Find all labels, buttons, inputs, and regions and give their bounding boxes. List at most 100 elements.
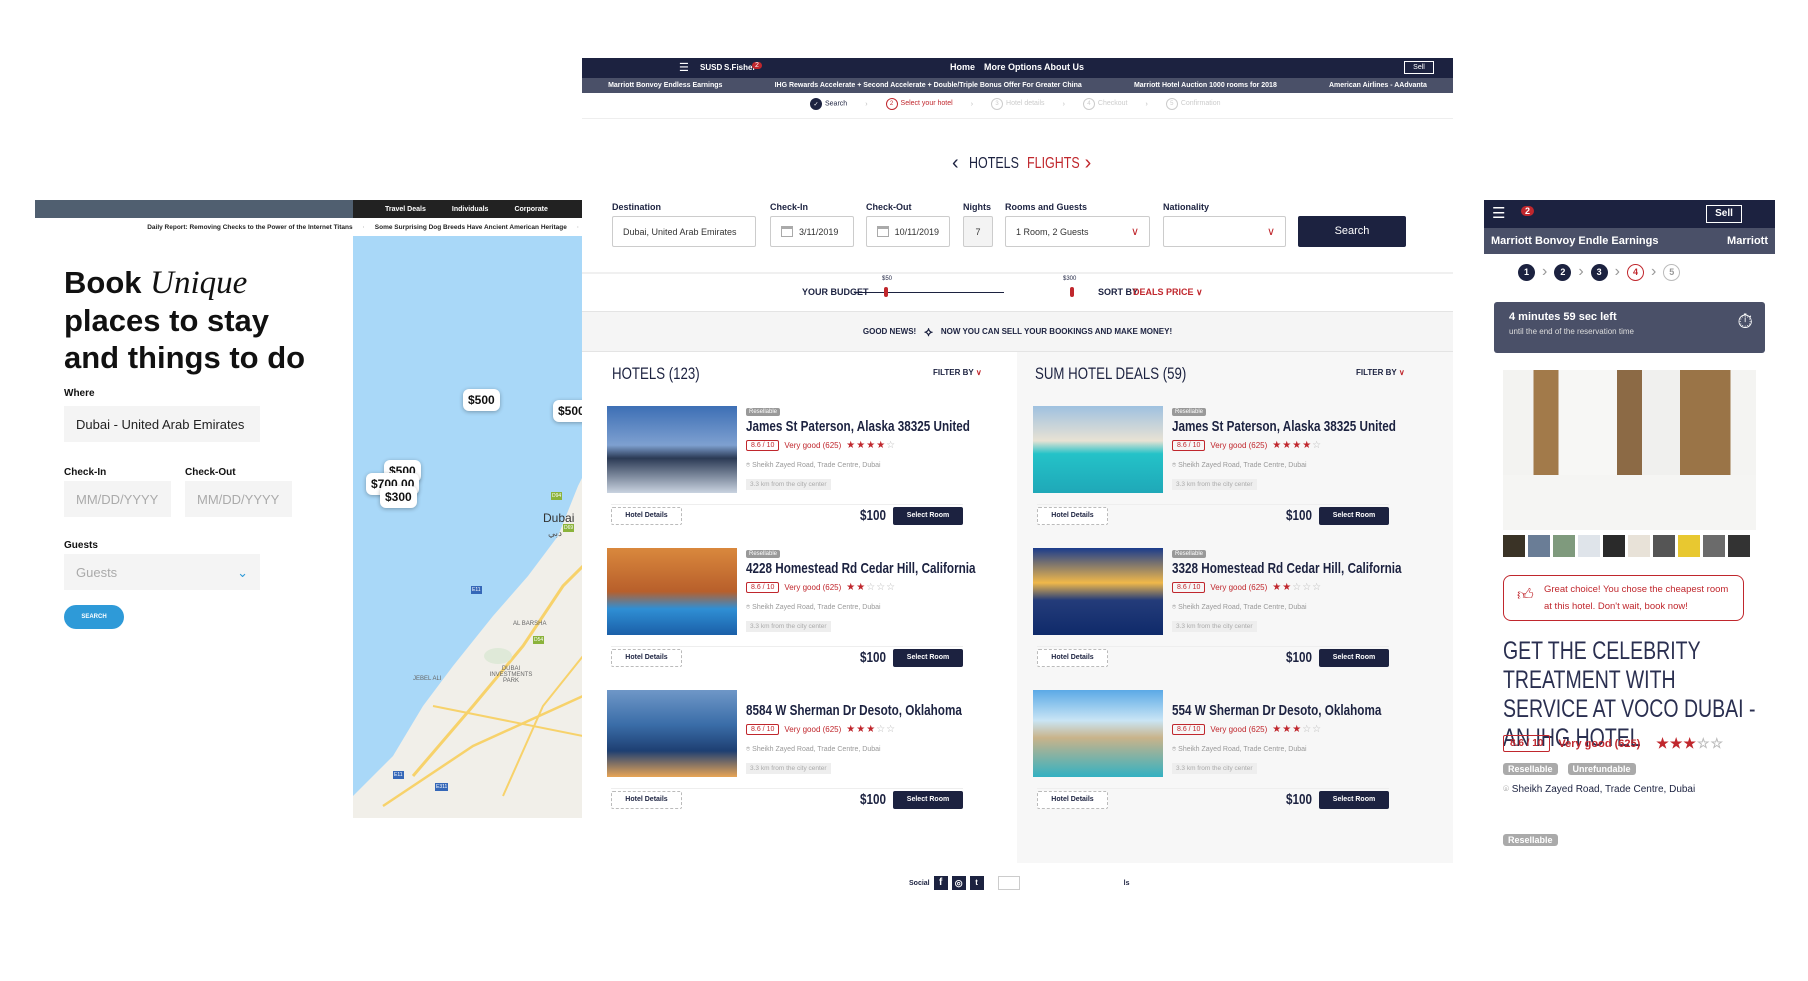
- photo-thumbnail[interactable]: [1678, 535, 1700, 557]
- hamburger-menu-icon[interactable]: ☰: [1492, 204, 1505, 222]
- nationality-select[interactable]: ∨: [1163, 216, 1286, 247]
- brand[interactable]: SUSD: [700, 63, 722, 72]
- hotel-image[interactable]: [1033, 406, 1163, 493]
- hotel-title[interactable]: James St Paterson, Alaska 38325 United: [746, 418, 970, 435]
- checkout-input[interactable]: MM/DD/YYYY: [185, 481, 292, 517]
- hamburger-menu-icon[interactable]: ☰: [679, 61, 689, 74]
- hotel-image[interactable]: [1033, 548, 1163, 635]
- photo-thumbnail[interactable]: [1553, 535, 1575, 557]
- hotel-image[interactable]: [1033, 690, 1163, 777]
- checkout-label: Check-Out: [866, 202, 912, 212]
- hotel-title[interactable]: 3328 Homestead Rd Cedar Hill, California: [1172, 560, 1402, 577]
- step-5[interactable]: 5 Confirmation: [1165, 98, 1221, 110]
- budget-max-handle[interactable]: [1070, 287, 1074, 297]
- photo-thumbnail[interactable]: [1578, 535, 1600, 557]
- photo-thumbnail[interactable]: [1603, 535, 1625, 557]
- price-pin[interactable]: $500: [553, 400, 583, 422]
- price-pin[interactable]: $300: [380, 486, 417, 508]
- checkout-input[interactable]: 10/11/2019: [866, 216, 950, 247]
- ticker-item[interactable]: Some Surprising Dog Breeds Have Ancient …: [375, 224, 567, 231]
- deals-filter[interactable]: FILTER BY ∨: [1356, 368, 1405, 377]
- user-name[interactable]: S.Fisher: [724, 63, 756, 72]
- select-room-button[interactable]: Select Room: [1319, 791, 1389, 809]
- twitter-icon[interactable]: t: [969, 876, 984, 890]
- hotel-details-button[interactable]: Hotel Details: [1037, 507, 1108, 525]
- budget-min-handle[interactable]: [884, 287, 888, 297]
- sort-select[interactable]: DEALS PRICE ∨: [1133, 287, 1203, 298]
- ticker-item[interactable]: Marriott Bonvoy Endle Earnings: [1491, 235, 1658, 247]
- hotel-title[interactable]: 4228 Homestead Rd Cedar Hill, California: [746, 560, 976, 577]
- select-room-button[interactable]: Select Room: [893, 791, 963, 809]
- step-3[interactable]: 3: [1590, 263, 1608, 281]
- nav-about-us[interactable]: About Us: [1044, 62, 1084, 72]
- tab-flights[interactable]: FLIGHTS: [1027, 155, 1080, 173]
- ticker-item[interactable]: Marriott: [1727, 235, 1768, 247]
- hotel-details-button[interactable]: Hotel Details: [611, 507, 682, 525]
- search-button[interactable]: SEARCH: [64, 605, 124, 629]
- select-room-button[interactable]: Select Room: [1319, 649, 1389, 667]
- step-2[interactable]: 2 Select your hotel: [885, 98, 953, 110]
- ticker-item[interactable]: Marriott Hotel Auction 1000 rooms for 20…: [1134, 82, 1277, 89]
- guests-select[interactable]: Guests ⌄: [64, 554, 260, 590]
- budget-slider-track[interactable]: [854, 292, 1004, 293]
- hotel-title[interactable]: 8584 W Sherman Dr Desoto, Oklahoma: [746, 702, 962, 719]
- ticker-item[interactable]: Daily Report: Removing Checks to the Pow…: [147, 224, 352, 231]
- nav-corporate[interactable]: Corporate: [514, 206, 547, 213]
- hotel-details-button[interactable]: Hotel Details: [1037, 649, 1108, 667]
- hotel-photo[interactable]: [1503, 370, 1756, 530]
- destination-input[interactable]: Dubai, United Arab Emirates: [612, 216, 756, 247]
- rooms-guests-select[interactable]: 1 Room, 2 Guests ∨: [1005, 216, 1150, 247]
- chevron-right-icon: ›: [1650, 263, 1657, 280]
- photo-thumbnail[interactable]: [1728, 535, 1750, 557]
- nav-individuals[interactable]: Individuals: [452, 206, 489, 213]
- facebook-icon[interactable]: f: [933, 876, 948, 890]
- where-input[interactable]: Dubai - United Arab Emirates: [64, 406, 260, 442]
- sell-button[interactable]: Sell: [1404, 61, 1434, 74]
- checkin-input[interactable]: MM/DD/YYYY: [64, 481, 171, 517]
- step-1[interactable]: 1: [1518, 263, 1535, 281]
- instagram-icon[interactable]: ◎: [951, 876, 966, 890]
- ticker-item[interactable]: IHG Rewards Accelerate + Second Accelera…: [775, 82, 1082, 89]
- select-room-button[interactable]: Select Room: [893, 507, 963, 525]
- price-pin[interactable]: $500: [463, 389, 500, 411]
- hotels-filter[interactable]: FILTER BY ∨: [933, 368, 982, 377]
- photo-thumbnail[interactable]: [1628, 535, 1650, 557]
- tab-hotels[interactable]: HOTELS: [969, 155, 1019, 173]
- photo-thumbnail[interactable]: [1703, 535, 1725, 557]
- hotel-details-button[interactable]: Hotel Details: [611, 649, 682, 667]
- nav-home[interactable]: Home: [950, 62, 975, 72]
- ticker-item[interactable]: American Airlines - AAdvanta: [1329, 82, 1427, 89]
- notification-bell-icon[interactable]: 2: [1521, 206, 1535, 216]
- nav-more-options[interactable]: More Options: [984, 62, 1042, 72]
- hotel-card: 8584 W Sherman Dr Desoto, Oklahoma 8.6 /…: [607, 690, 1007, 830]
- nav-travel-deals[interactable]: Travel Deals: [385, 206, 426, 213]
- step-4[interactable]: 4: [1626, 263, 1644, 281]
- step-4[interactable]: 4 Checkout: [1082, 98, 1127, 110]
- step-5[interactable]: 5: [1663, 263, 1681, 281]
- ticker-item[interactable]: Marriott Bonvoy Endless Earnings: [608, 82, 722, 89]
- hotel-details-button[interactable]: Hotel Details: [1037, 791, 1108, 809]
- photo-thumbnail[interactable]: [1653, 535, 1675, 557]
- photo-thumbnail[interactable]: [1503, 535, 1525, 557]
- hotel-details-button[interactable]: Hotel Details: [611, 791, 682, 809]
- checkin-input[interactable]: 3/11/2019: [770, 216, 854, 247]
- step-2[interactable]: 2: [1554, 263, 1572, 281]
- select-room-button[interactable]: Select Room: [893, 649, 963, 667]
- step-1[interactable]: ✓ Search: [810, 98, 847, 110]
- hotel-image[interactable]: [607, 406, 737, 493]
- sell-button[interactable]: Sell: [1706, 205, 1742, 223]
- chevron-right-icon[interactable]: ›: [1085, 152, 1092, 175]
- search-button[interactable]: Search: [1298, 216, 1406, 247]
- chevron-left-icon[interactable]: ‹: [952, 152, 959, 175]
- hotel-title[interactable]: James St Paterson, Alaska 38325 United: [1172, 418, 1396, 435]
- reservation-timer: 4 minutes 59 sec left until the end of t…: [1494, 302, 1765, 353]
- select-room-button[interactable]: Select Room: [1319, 507, 1389, 525]
- hotel-image[interactable]: [607, 690, 737, 777]
- hotel-image[interactable]: [607, 548, 737, 635]
- review-count[interactable]: Very good (625): [1558, 738, 1640, 750]
- notification-bell-icon[interactable]: 2: [752, 62, 762, 69]
- map[interactable]: Dubai دبي AL BARSHA DUBAI INVESTMENTS PA…: [353, 236, 583, 818]
- hotel-title[interactable]: 554 W Sherman Dr Desoto, Oklahoma: [1172, 702, 1381, 719]
- photo-thumbnail[interactable]: [1528, 535, 1550, 557]
- step-3[interactable]: 3 Hotel details: [991, 98, 1045, 110]
